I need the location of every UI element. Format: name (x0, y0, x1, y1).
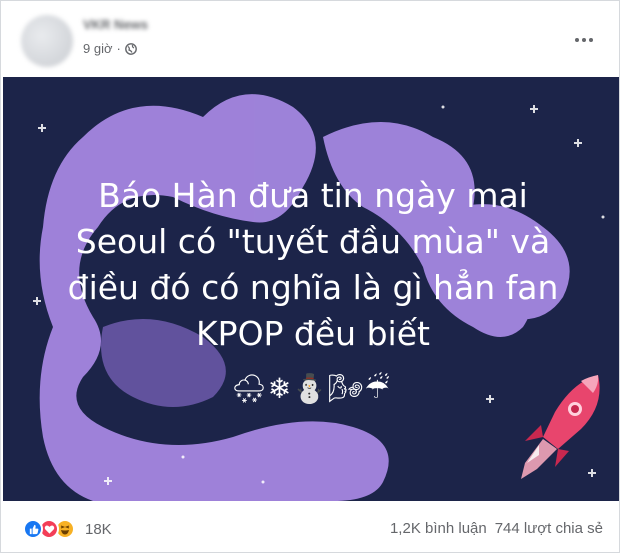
post-headline: Báo Hàn đưa tin ngày mai Seoul có "tuyết… (43, 173, 583, 357)
meta-separator: · (116, 41, 121, 56)
headline-line: Báo Hàn đưa tin ngày mai (98, 176, 528, 215)
like-icon (23, 519, 43, 539)
reaction-summary[interactable]: 18K (23, 519, 112, 539)
facebook-post: VKR News 9 giờ · Báo Hàn đưa tin ngày ma… (0, 0, 620, 553)
author-name[interactable]: VKR News (83, 17, 148, 32)
headline-line: điều đó có nghĩa là gì hẳn fan (67, 268, 559, 307)
post-header: VKR News 9 giờ · (1, 1, 620, 77)
post-image[interactable]: Báo Hàn đưa tin ngày mai Seoul có "tuyết… (3, 77, 619, 501)
globe-icon (124, 42, 137, 55)
post-meta: 9 giờ · (83, 41, 137, 56)
comment-count-link[interactable]: 1,2K bình luận (390, 520, 487, 537)
headline-line: Seoul có "tuyết đầu mùa" và (75, 222, 551, 261)
more-options-icon[interactable] (575, 29, 599, 45)
post-stats: 1,2K bình luận 744 lượt chia sẻ (390, 520, 603, 537)
share-count-link[interactable]: 744 lượt chia sẻ (495, 520, 603, 537)
post-footer: 18K 1,2K bình luận 744 lượt chia sẻ (1, 501, 620, 553)
reaction-count: 18K (85, 520, 112, 538)
rocket-icon (521, 375, 600, 479)
headline-line: KPOP đều biết (196, 314, 430, 353)
avatar[interactable] (21, 15, 73, 67)
post-time[interactable]: 9 giờ (83, 41, 113, 56)
